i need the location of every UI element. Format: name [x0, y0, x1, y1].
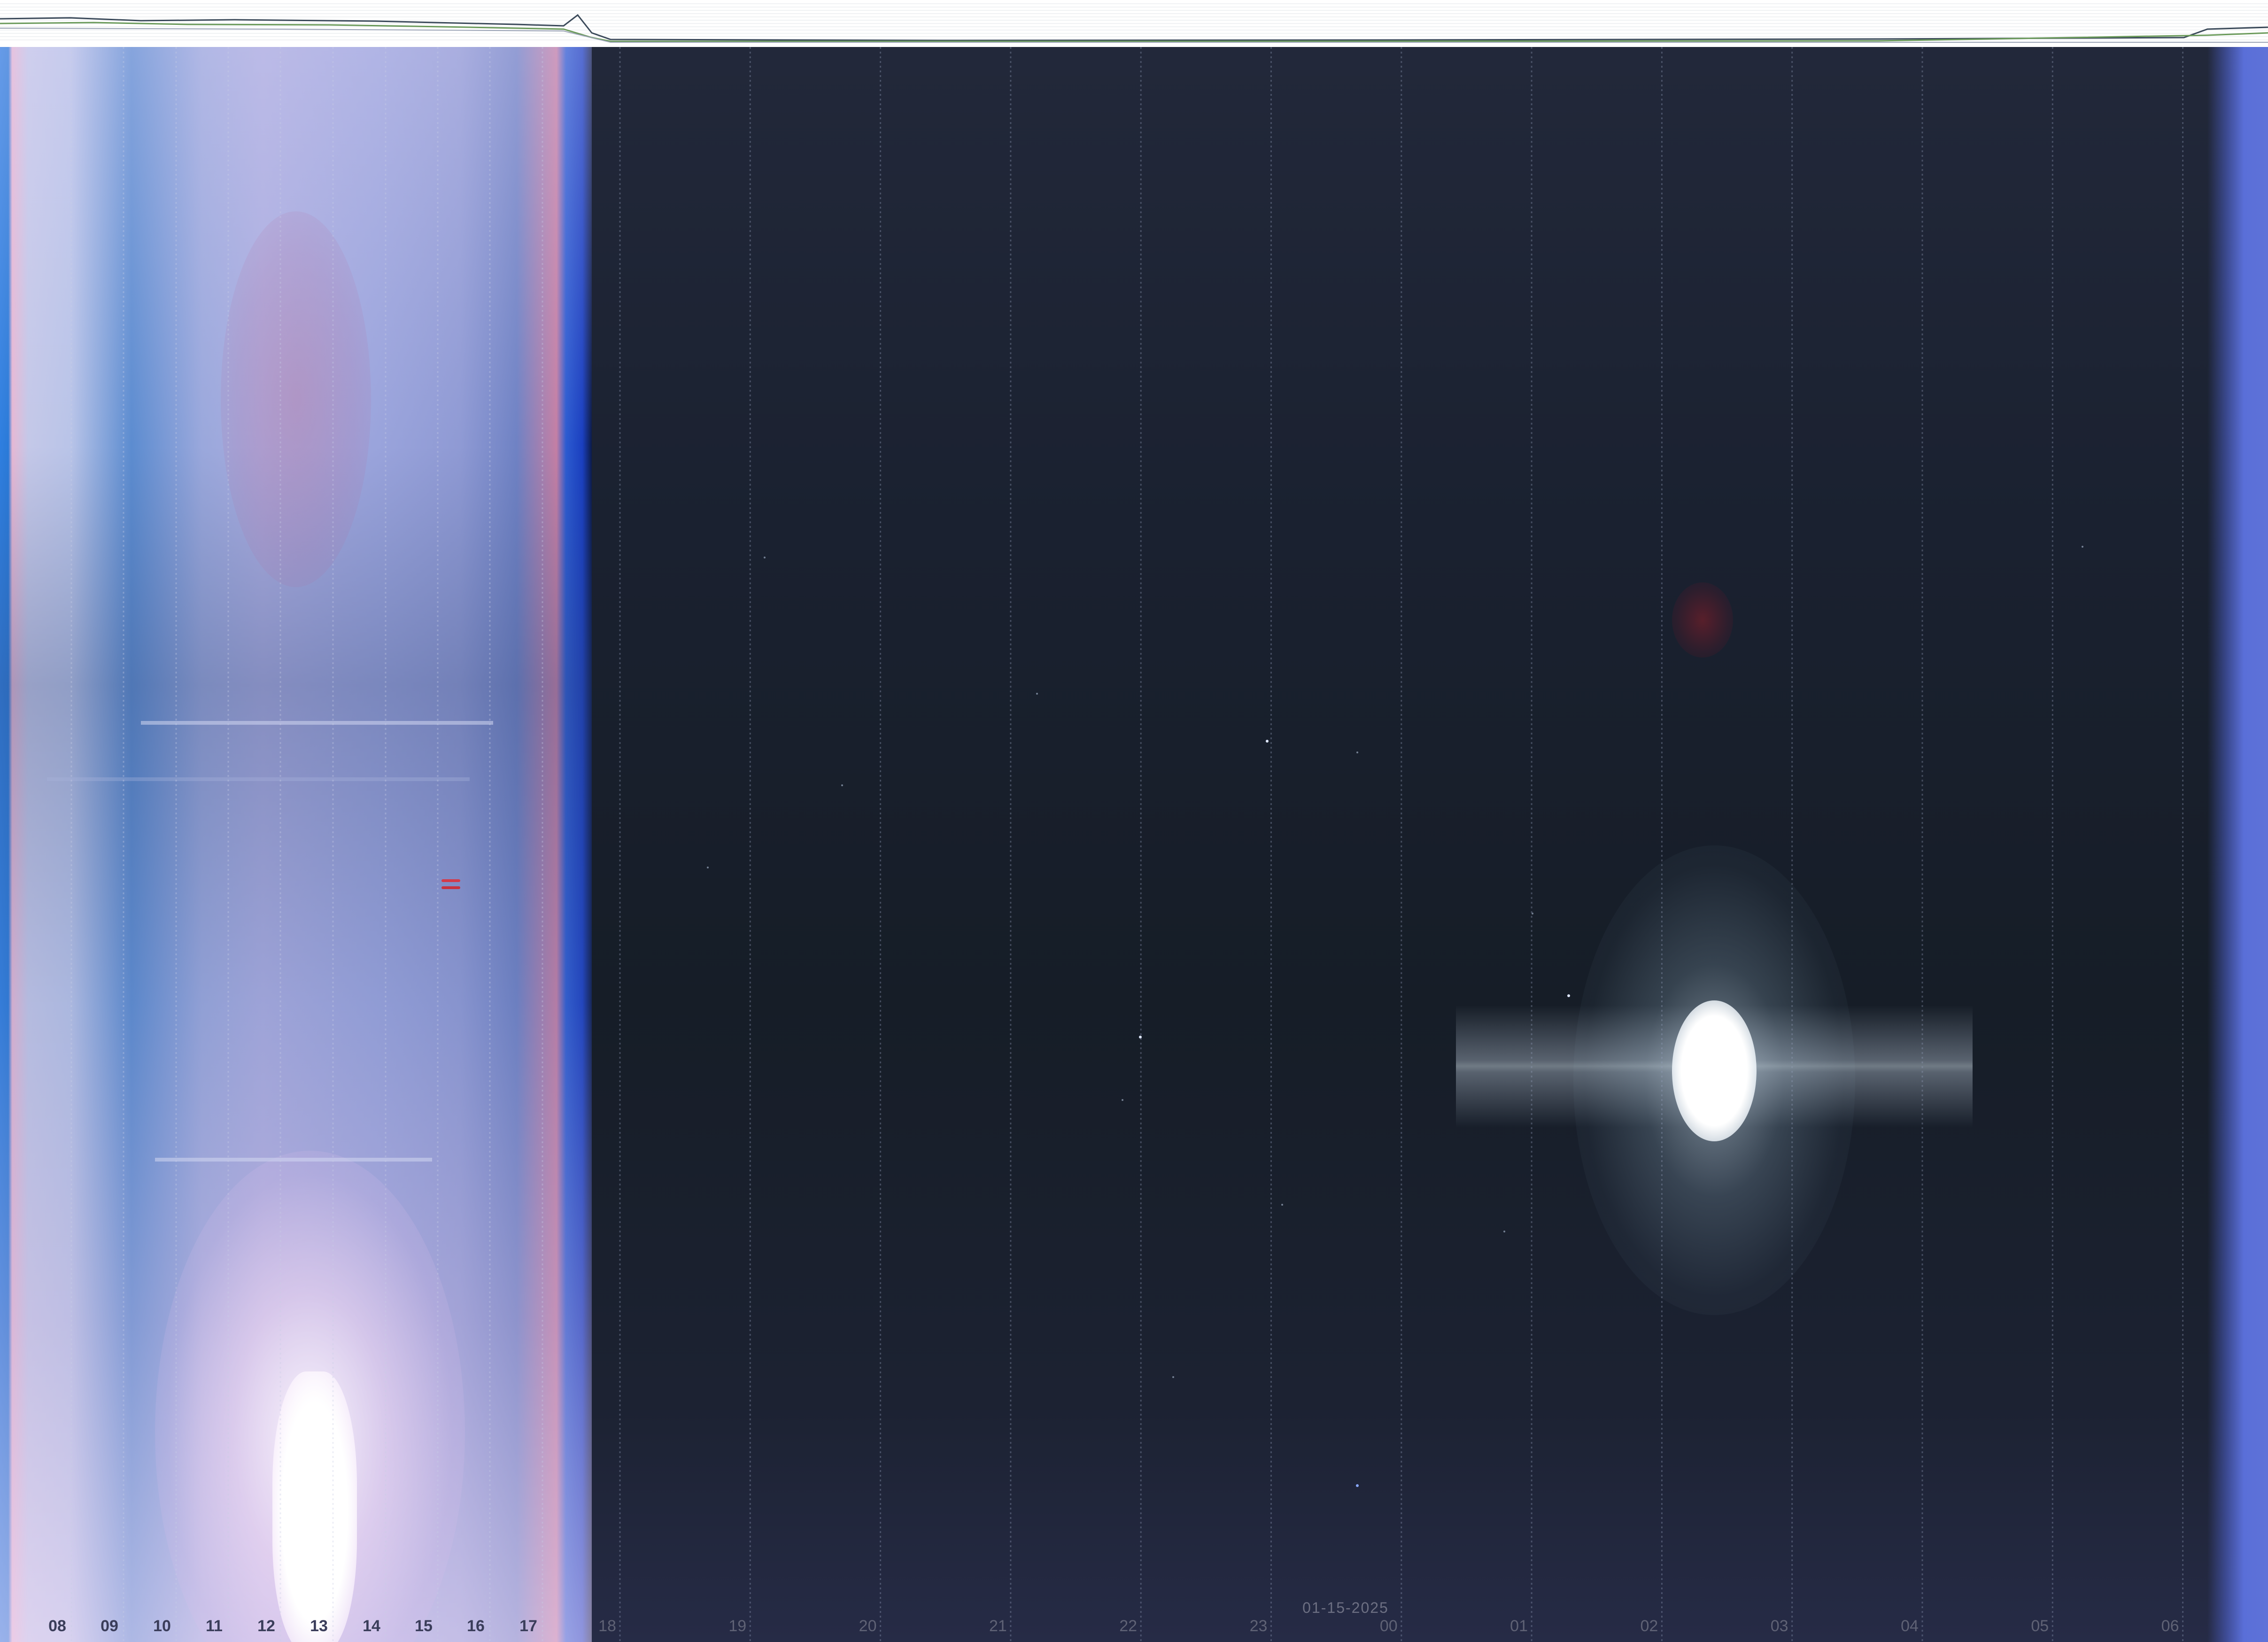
- hour-label: 11: [206, 1617, 223, 1635]
- hour-label: 03: [1770, 1617, 1788, 1635]
- sensor-graph: [0, 3, 2268, 43]
- hour-label: 16: [467, 1617, 485, 1635]
- hour-label: 02: [1640, 1617, 1658, 1635]
- hour-label: 06: [2161, 1617, 2179, 1635]
- hour-label: 05: [2031, 1617, 2049, 1635]
- hour-label: 04: [1901, 1617, 1919, 1635]
- hour-label: 01: [1510, 1617, 1528, 1635]
- keogram-image: 08 09 10 11 12 13 14 15 16 17 18 19 20 21 22 23 00 01 02 03…: [0, 47, 2268, 1642]
- hour-label: 14: [363, 1617, 380, 1635]
- hour-label: 10: [153, 1617, 171, 1635]
- hour-label: 22: [1119, 1617, 1138, 1635]
- hour-label: 00: [1379, 1617, 1398, 1635]
- hour-label: 12: [257, 1617, 275, 1635]
- hour-label: 17: [519, 1617, 537, 1635]
- hour-label: 15: [415, 1617, 433, 1635]
- hour-label: 08: [48, 1617, 66, 1635]
- hour-label: 18: [598, 1617, 616, 1635]
- hour-label: 23: [1249, 1617, 1268, 1635]
- hour-label: 13: [310, 1617, 328, 1635]
- hour-label: 09: [101, 1617, 118, 1635]
- keogram-screenshot: 08 09 10 11 12 13 14 15 16 17 18 19 20 21 22 23 00 01 02 03…: [0, 0, 2268, 1642]
- hour-label: 21: [989, 1617, 1007, 1635]
- hour-label: 20: [859, 1617, 877, 1635]
- sensor-graph-strip: [0, 0, 2268, 47]
- hour-grid: [70, 47, 2184, 1642]
- date-label: 01-15-2025: [1302, 1599, 1389, 1616]
- hour-label: 19: [728, 1617, 747, 1635]
